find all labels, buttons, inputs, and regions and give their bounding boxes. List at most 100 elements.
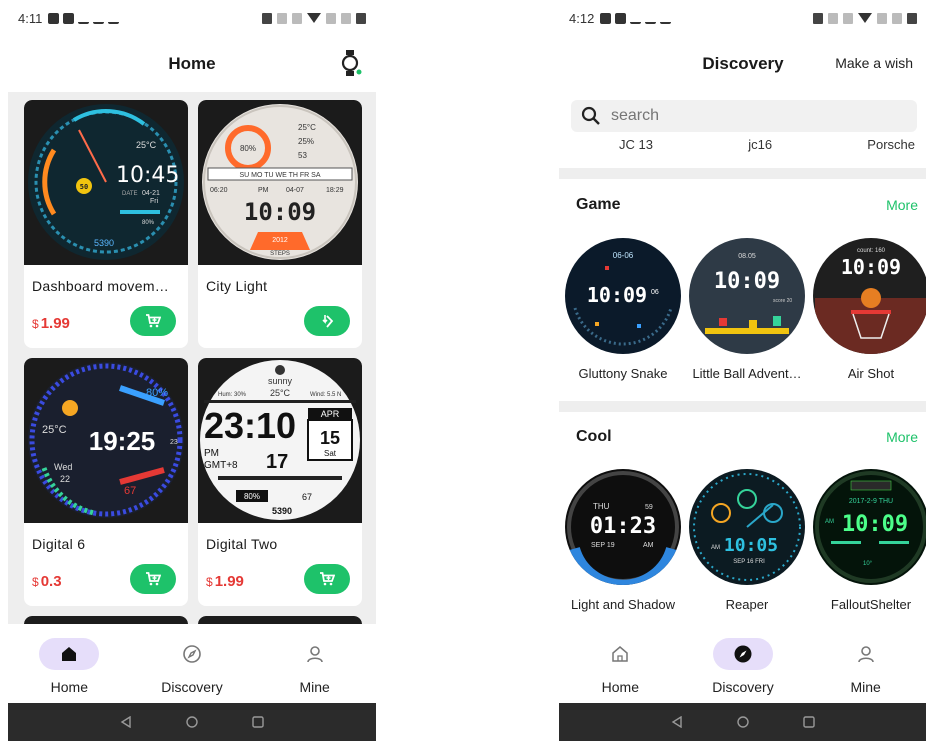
face-ampm: AM (711, 545, 720, 551)
back-icon[interactable] (671, 716, 683, 728)
face-sec: 06 (651, 289, 659, 296)
nav-item-mine[interactable]: Mine (260, 638, 370, 695)
product-card[interactable] (24, 616, 188, 624)
vibrate-icon (292, 12, 302, 24)
home-circle-icon[interactable] (186, 716, 198, 728)
face-date: SEP 16 FRI (733, 559, 765, 565)
face-battery: 80% (244, 492, 260, 501)
face-power: 80% (142, 220, 155, 226)
watch-face-preview: 50 25°C 10:45 DATE 04-21 Fri 80% 5390 (24, 100, 188, 265)
face-pct: 80% (146, 387, 168, 399)
app-header: Discovery Make a wish (559, 36, 926, 92)
watch-name: Little Ball Advent… (692, 366, 802, 381)
face-steps-label: STEPS (270, 251, 290, 257)
category-label[interactable]: JC 13 (619, 137, 653, 152)
face-humidity: 25% (298, 137, 314, 146)
recents-icon[interactable] (803, 716, 815, 728)
nav-item-discovery[interactable]: Discovery (688, 638, 798, 695)
price-value: 1.99 (214, 573, 244, 590)
nav-label: Home (601, 679, 639, 695)
face-date: 04-21 (142, 190, 160, 197)
more-link[interactable]: More (886, 197, 918, 213)
face-days: SU MO TU WE TH FR SA (239, 172, 320, 179)
product-name: Digital 6 (32, 536, 86, 552)
product-card[interactable]: 80% 25°C 25% 53 SU MO TU WE TH FR SA 06:… (198, 100, 362, 348)
system-icons (813, 12, 917, 24)
home-circle-icon[interactable] (737, 716, 749, 728)
category-label[interactable]: Porsche (867, 137, 915, 152)
upload-icon (645, 13, 657, 24)
face-time: 10:09 (841, 255, 901, 279)
battery-icon (907, 12, 917, 24)
discovery-screen: 4:12 Discovery Make a wish search JC 13 … (559, 0, 926, 741)
nav-pill (162, 638, 222, 670)
face-date: 2017-2-9 THU (849, 498, 893, 505)
smartwatch-icon[interactable] (340, 50, 362, 76)
face-date-label: DATE (122, 191, 138, 197)
add-to-cart-button[interactable] (304, 564, 350, 594)
section-header-game: Game More (576, 196, 918, 214)
more-link[interactable]: More (886, 429, 918, 445)
add-to-cart-button[interactable] (130, 564, 176, 594)
product-price: $1.99 (206, 573, 244, 590)
bluetooth-icon (828, 12, 838, 24)
watch-item[interactable]: count: 160 10:09 Air Shot (811, 238, 926, 381)
add-to-cart-button[interactable] (130, 306, 176, 336)
system-nav-bar (559, 703, 926, 741)
calendar-icon (48, 12, 60, 24)
install-button[interactable] (304, 306, 350, 336)
face-temp: 25°C (298, 123, 316, 132)
nav-label: Home (50, 679, 88, 695)
nav-item-home[interactable]: Home (14, 638, 124, 695)
nav-pill (590, 638, 650, 670)
bottom-nav: Home Discovery Mine (8, 624, 376, 703)
face-weather: sunny (268, 376, 293, 386)
back-icon[interactable] (120, 716, 132, 728)
category-label[interactable]: jc16 (748, 137, 772, 152)
watch-item[interactable]: 08.05 10:09 score 20 Little Ball Advent… (687, 238, 807, 381)
cool-watch-row[interactable]: THU 59 01:23 SEP 19 AM Light and Shadow (559, 469, 926, 612)
watch-face-thumbnail: 10:05 AM SEP 16 FRI (689, 469, 805, 585)
product-price: $0.3 (32, 573, 62, 590)
watch-status-icon (660, 13, 672, 24)
watch-face-fallout-shelter: 2017-2-9 THU AM 10:09 10° (815, 471, 926, 583)
watch-item[interactable]: 06-06 10:09 06 Gluttony Snake (563, 238, 683, 381)
face-date: 04-07 (286, 187, 304, 194)
calendar-icon (600, 12, 612, 24)
watch-face-thumbnail: 2017-2-9 THU AM 10:09 10° (813, 469, 926, 585)
nav-item-discovery[interactable]: Discovery (137, 638, 247, 695)
watch-item[interactable]: THU 59 01:23 SEP 19 AM Light and Shadow (563, 469, 683, 612)
game-watch-row[interactable]: 06-06 10:09 06 Gluttony Snake 08.05 10:0… (559, 238, 926, 381)
cart-icon (320, 572, 335, 586)
product-feed[interactable]: 50 25°C 10:45 DATE 04-21 Fri 80% 5390 Da… (8, 92, 376, 624)
product-name: City Light (206, 278, 268, 294)
search-bar[interactable] (571, 100, 917, 132)
face-top: count: 160 (857, 248, 886, 254)
price-value: 1.99 (40, 315, 70, 332)
watch-face-thumbnail: count: 160 10:09 (813, 238, 926, 354)
make-a-wish-link[interactable]: Make a wish (835, 55, 913, 71)
product-card[interactable]: sunny Hum: 30% 25°C Wind: 5.5 N 23:10 AP… (198, 358, 362, 606)
status-bar: 4:12 (559, 0, 926, 36)
product-card[interactable]: 80% 25°C 19:25 23 Wed 22 67 Digital 6 $0… (24, 358, 188, 606)
nav-item-home[interactable]: Home (565, 638, 675, 695)
watch-item[interactable]: 10:05 AM SEP 16 FRI Reaper (687, 469, 807, 612)
watch-item[interactable]: 2017-2-9 THU AM 10:09 10° FalloutShelter (811, 469, 926, 612)
calendar-icon (63, 12, 75, 24)
recents-icon[interactable] (252, 716, 264, 728)
face-heart: 67 (302, 492, 312, 502)
product-card[interactable]: 50 25°C 10:45 DATE 04-21 Fri 80% 5390 Da… (24, 100, 188, 348)
price-value: 0.3 (40, 573, 62, 590)
watch-name: Gluttony Snake (578, 366, 668, 381)
product-card[interactable] (198, 616, 362, 624)
person-icon (306, 646, 323, 663)
watch-face-city-light: 80% 25°C 25% 53 SU MO TU WE TH FR SA 06:… (202, 104, 358, 260)
face-pm: PM (258, 187, 269, 194)
cart-icon (146, 572, 161, 586)
category-labels-row: JC 13 jc16 Porsche (559, 137, 926, 152)
nav-item-mine[interactable]: Mine (811, 638, 921, 695)
face-date: SEP 19 (591, 542, 615, 549)
search-input[interactable] (611, 107, 891, 125)
face-date: 17 (266, 451, 288, 473)
face-time: 10:05 (724, 535, 778, 556)
